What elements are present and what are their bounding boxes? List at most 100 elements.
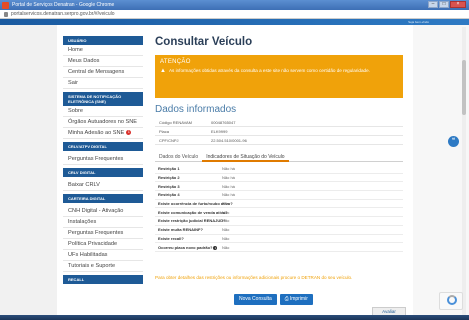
sidebar-item-mensagens[interactable]: Central de Mensagens xyxy=(63,67,143,78)
info-icon[interactable]: i xyxy=(213,245,218,250)
recaptcha-icon xyxy=(447,295,457,305)
row-key: Restrição 2 xyxy=(158,175,180,181)
info-value: ELK9999 xyxy=(211,128,228,134)
print-button[interactable]: ⎙Imprimir xyxy=(279,294,313,305)
info-table: Código RENAVAM 00048765047 Placa ELK9999 C… xyxy=(155,118,403,145)
new-search-button[interactable]: Nova Consulta xyxy=(234,294,277,305)
table-row: Restrição 1 Não há xyxy=(155,165,403,174)
page-title: Consultar Veículo xyxy=(155,36,253,48)
taskbar xyxy=(0,315,469,320)
window-controls: – □ × xyxy=(428,1,466,8)
sidebar-head-crlv: CRLV DIGITAL xyxy=(63,168,143,177)
row-key: Existe recall? xyxy=(158,235,184,241)
table-row: Existe restrição judicial RENAJUD? Não xyxy=(155,217,403,226)
table-row: Restrição 3 Não há xyxy=(155,182,403,192)
sidebar-item-sair[interactable]: Sair xyxy=(63,78,143,89)
sidebar-item-adesao[interactable]: Minha Adesão ao SNE 1 xyxy=(63,128,143,139)
table-row: Existe comunicação de venda ativa? Não xyxy=(155,208,403,218)
info-value: 22.504.510/0001-96 xyxy=(211,137,247,143)
left-gutter xyxy=(0,25,57,320)
row-key: Existe restrição judicial RENAJUD? xyxy=(158,218,226,224)
info-row: Placa ELK9999 xyxy=(155,127,403,136)
row-key: Restrição 4 xyxy=(158,192,180,198)
detran-footnote: Para obter detalhes das restrições ou in… xyxy=(155,275,353,280)
url-text[interactable]: portalservicos.denatran.serpro.gov.br/#/… xyxy=(11,11,115,17)
sidebar-head-crlv-atpv: CRLV/ATPV DIGITAL xyxy=(63,142,143,151)
row-key: Existe comunicação de venda ativa? xyxy=(158,209,228,215)
print-label: Imprimir xyxy=(289,296,308,302)
attention-alert: ATENÇÃO ▲ As informações obtidas através… xyxy=(155,55,403,98)
sidebar-item-adesao-label: Minha Adesão ao SNE xyxy=(68,130,125,136)
alert-message: As informações obtidas através da consul… xyxy=(168,68,370,73)
sidebar-head-carteira: CARTEIRA DIGITAL xyxy=(63,194,143,203)
recaptcha-badge xyxy=(439,292,463,310)
sidebar-item-privacidade[interactable]: Política Privacidade xyxy=(63,239,143,250)
sidebar-item-instalacoes[interactable]: Instalações xyxy=(63,217,143,228)
maximize-icon[interactable]: □ xyxy=(439,1,449,8)
chat-icon[interactable]: ❝ xyxy=(448,136,459,147)
table-row: Existe multa RENAINF? Não xyxy=(155,226,403,235)
row-key: Existe multa RENAINF? xyxy=(158,227,203,233)
row-value: Não xyxy=(222,218,230,224)
row-value: Não xyxy=(222,209,230,215)
window-title: Portal de Serviços Denatran - Google Chr… xyxy=(12,2,115,8)
table-row: Restrição 4 Não há xyxy=(155,191,403,200)
info-row: CPF/CNPJ 22.504.510/0001-96 xyxy=(155,136,403,145)
info-key: Placa xyxy=(159,128,170,134)
table-row: Ocorreu placa novo padrão? i Não xyxy=(155,243,403,252)
row-key: Restrição 1 xyxy=(158,166,180,172)
row-value: Não há xyxy=(222,183,235,189)
sidebar-item-ufs[interactable]: UFs Habilitadas xyxy=(63,250,143,261)
restrictions-table: Restrição 1 Não há Restrição 2 Não há Rest… xyxy=(155,165,403,252)
sidebar-item-baixar-crlv[interactable]: Baixar CRLV xyxy=(63,180,143,191)
close-icon[interactable]: × xyxy=(450,1,466,8)
lock-icon xyxy=(4,11,8,17)
table-row: Restrição 2 Não há xyxy=(155,174,403,183)
row-key: Restrição 3 xyxy=(158,183,180,189)
sidebar-item-faq-carteira[interactable]: Perguntas Frequentes xyxy=(63,228,143,239)
row-value: Não xyxy=(222,201,230,207)
info-row: Código RENAVAM 00048765047 xyxy=(155,118,403,127)
info-key: Código RENAVAM xyxy=(159,119,192,125)
sidebar-item-tutoriais[interactable]: Tutoriais e Suporte xyxy=(63,261,143,272)
tab-dados-veiculo[interactable]: Dados do Veículo xyxy=(155,151,202,162)
header-text: Seja bem-vindo xyxy=(408,20,429,24)
window-titlebar: Portal de Serviços Denatran - Google Chr… xyxy=(0,0,469,10)
site-header: Seja bem-vindo xyxy=(0,19,469,25)
sidebar-item-meus-dados[interactable]: Meus Dados xyxy=(63,56,143,67)
row-value: Não xyxy=(222,227,230,233)
sidebar: USUÁRIO Home Meus Dados Central de Mensa… xyxy=(63,36,149,320)
section-title: Dados informados xyxy=(155,104,237,115)
alert-title: ATENÇÃO xyxy=(160,59,191,65)
row-key-with-info: Ocorreu placa novo padrão? i xyxy=(155,245,222,250)
row-key: Ocorreu placa novo padrão? xyxy=(158,244,213,250)
sidebar-head-recall: RECALL xyxy=(63,275,143,284)
warning-icon: ▲ xyxy=(160,68,166,74)
row-key: Existe ocorrência de furto/roubo ativo? xyxy=(158,201,233,207)
tab-indicadores[interactable]: Indicadores de Situação do Veículo xyxy=(202,151,289,162)
row-value: Não há xyxy=(222,192,235,198)
right-gutter xyxy=(413,25,469,320)
table-row: Existe ocorrência de furto/roubo ativo? N… xyxy=(155,200,403,209)
minimize-icon[interactable]: – xyxy=(428,1,438,8)
tabs: Dados do Veículo Indicadores de Situação… xyxy=(155,151,403,162)
alert-message-row: ▲ As informações obtidas através da cons… xyxy=(160,68,398,74)
main-content: Consultar Veículo ATENÇÃO ▲ As informaçõ… xyxy=(155,36,405,305)
table-row: Existe recall? Não xyxy=(155,235,403,244)
sidebar-item-sobre[interactable]: Sobre xyxy=(63,106,143,117)
row-value: Não há xyxy=(222,175,235,181)
sidebar-item-faq-crlv[interactable]: Perguntas Frequentes xyxy=(63,154,143,165)
printer-icon: ⎙ xyxy=(284,296,289,302)
browser-icon xyxy=(2,1,9,9)
sidebar-head-usuario: USUÁRIO xyxy=(63,36,143,45)
row-value: Não xyxy=(222,244,230,250)
info-key: CPF/CNPJ xyxy=(159,137,179,143)
scrollbar-thumb[interactable] xyxy=(462,60,466,115)
sidebar-item-cnh-ativacao[interactable]: CNH Digital - Ativação xyxy=(63,206,143,217)
sidebar-item-home[interactable]: Home xyxy=(63,45,143,56)
address-bar[interactable]: portalservicos.denatran.serpro.gov.br/#/… xyxy=(0,10,469,19)
sidebar-item-orgaos[interactable]: Órgãos Autuadores no SNE xyxy=(63,117,143,128)
notification-badge: 1 xyxy=(126,130,132,136)
row-value: Não há xyxy=(222,166,235,172)
action-buttons: Nova Consulta ⎙Imprimir xyxy=(234,294,313,305)
